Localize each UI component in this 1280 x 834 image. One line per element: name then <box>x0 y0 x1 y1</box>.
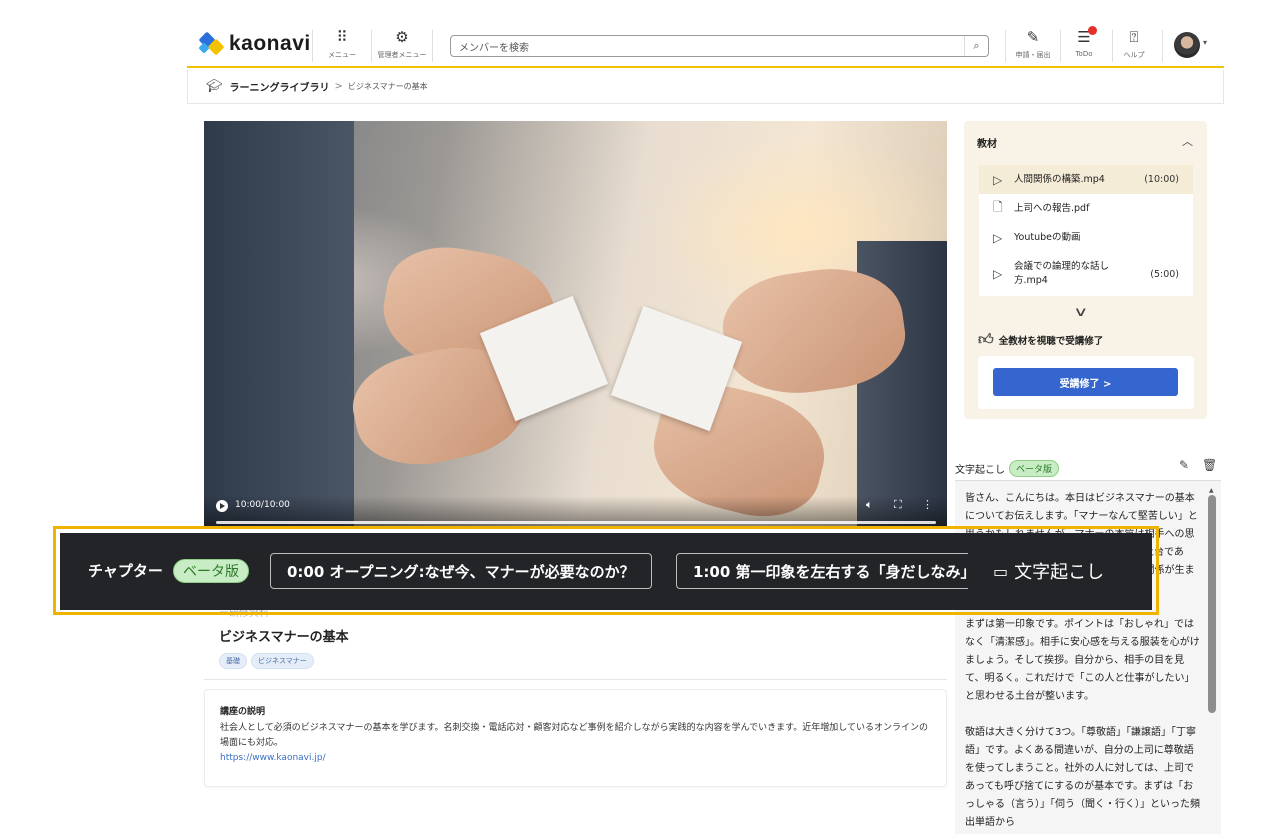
description-heading: 講座の説明 <box>220 707 266 717</box>
tag[interactable]: 基礎 <box>219 653 247 669</box>
header-divider <box>1162 30 1163 62</box>
course-description-card: 講座の説明 社会人として必須のビジネスマナーの基本を学びます。名刺交換・電話応対… <box>204 689 947 787</box>
material-duration: (5:00) <box>1150 268 1179 280</box>
kaonavi-logo[interactable]: kaonavi <box>198 31 311 56</box>
video-player[interactable]: 10:00/10:00 🔈︎ ⛶ ⋮ <box>204 121 947 526</box>
material-item[interactable]: ▷ 会議での論理的な話し方.mp4 (5:00) <box>979 252 1193 296</box>
play-icon: ▷ <box>993 172 1003 187</box>
question-icon: ⍰ <box>1129 28 1139 46</box>
materials-heading: 教材 <box>977 139 997 150</box>
graduation-cap-icon: 🎓︎ <box>206 79 223 94</box>
play-icon: ▷ <box>993 267 1003 281</box>
admin-menu-label: 管理者メニュー <box>377 51 427 59</box>
description-text: 社会人として必須のビジネスマナーの基本を学びます。名刺交換・電話応対・顧客対応な… <box>220 723 928 748</box>
material-label: 会議での論理的な話し方.mp4 <box>1014 261 1110 286</box>
fullscreen-icon[interactable]: ⛶ <box>894 498 902 512</box>
grid-icon: ⠿ <box>336 28 348 46</box>
menu-button[interactable]: ⠿ メニュー <box>314 28 370 64</box>
checklist-icon: ☰ <box>1077 26 1097 48</box>
video-time: 10:00/10:00 <box>235 500 290 510</box>
completion-button-area: 受講修了 > <box>978 356 1194 409</box>
header-divider <box>312 30 313 62</box>
breadcrumb-separator: > <box>334 81 343 92</box>
file-icon: 🗋 <box>993 200 1003 214</box>
search-input[interactable] <box>451 38 951 59</box>
trash-icon[interactable]: 🗑︎ <box>1202 458 1217 472</box>
materials-list: ▷ 人間関係の構築.mp4 (10:00) 🗋 上司への報告.pdf ▷ You… <box>979 165 1193 296</box>
play-icon: ▷ <box>993 230 1003 245</box>
chevron-down-icon[interactable]: ▾ <box>1203 38 1207 47</box>
transcript-paragraph: まずは第一印象です。ポイントは「おしゃれ」ではなく「清潔感」。相手に安心感を与え… <box>965 619 1200 702</box>
complete-course-button[interactable]: 受講修了 > <box>993 368 1178 396</box>
material-item[interactable]: 🗋 上司への報告.pdf <box>979 194 1193 223</box>
video-frame-suit-left <box>204 121 354 526</box>
apply-button[interactable]: ✎ 申請・届出 <box>1005 28 1061 64</box>
global-header: kaonavi ⠿ メニュー ⚙ 管理者メニュー ⌕ ✎ 申請・届出 ☰ ToD… <box>187 0 1224 68</box>
chevron-up-icon[interactable]: ︿ <box>1182 133 1193 149</box>
transcript-header: 文字起こし ベータ版 ✎ 🗑︎ <box>955 457 1221 479</box>
material-label: 上司への報告.pdf <box>1014 202 1090 214</box>
breadcrumb-current: ビジネスマナーの基本 <box>347 82 428 91</box>
help-button[interactable]: ⍰ ヘルプ <box>1106 28 1162 64</box>
material-item[interactable]: ▷ Youtubeの動画 <box>979 223 1193 252</box>
video-progress-bar[interactable] <box>216 521 936 524</box>
course-tags: 基礎 ビジネスマナー <box>219 653 314 669</box>
header-divider <box>432 30 433 62</box>
todo-label: ToDo <box>1075 50 1093 58</box>
highlight-frame <box>53 526 1159 615</box>
material-label: Youtubeの動画 <box>1014 231 1081 243</box>
scroll-up-icon[interactable]: ▲ <box>1209 487 1214 494</box>
notification-dot <box>1087 26 1097 35</box>
logo-text: kaonavi <box>229 32 311 55</box>
description-link[interactable]: https://www.kaonavi.jp/ <box>220 753 931 763</box>
material-item[interactable]: ▷ 人間関係の構築.mp4 (10:00) <box>979 165 1193 194</box>
admin-menu-button[interactable]: ⚙ 管理者メニュー <box>374 28 430 64</box>
materials-panel: 教材 ︿ ▷ 人間関係の構築.mp4 (10:00) 🗋 上司への報告.pdf … <box>964 121 1207 419</box>
breadcrumb: 🎓︎ ラーニングライブラリ > ビジネスマナーの基本 <box>187 70 1224 104</box>
volume-icon[interactable]: 🔈︎ <box>866 498 873 512</box>
logo-mark-icon <box>198 31 225 56</box>
search-icon[interactable]: ⌕ <box>964 36 988 56</box>
todo-button[interactable]: ☰ ToDo <box>1056 26 1112 64</box>
play-icon[interactable] <box>216 500 228 512</box>
material-duration: (10:00) <box>1144 174 1179 185</box>
member-search: ⌕ <box>450 35 989 59</box>
completion-note-text: 全教材を視聴で受講修了 <box>998 335 1104 347</box>
more-vertical-icon[interactable]: ⋮ <box>922 498 933 511</box>
menu-label: メニュー <box>328 51 356 59</box>
pencil-icon[interactable]: ✎ <box>1179 458 1189 472</box>
transcript-scrollbar[interactable]: ▲ <box>1206 487 1218 715</box>
beta-badge: ベータ版 <box>1009 459 1060 477</box>
apply-label: 申請・届出 <box>1015 51 1051 59</box>
breadcrumb-learning-library[interactable]: ラーニングライブラリ <box>230 79 330 94</box>
tag[interactable]: ビジネスマナー <box>251 653 314 669</box>
transcript-paragraph: 敬語は大きく分けて3つ。「尊敬語」「謙譲語」「丁寧語」です。よくある間違いが、自… <box>965 727 1200 828</box>
thumbs-up-icon: 👍︎ <box>978 330 994 348</box>
transcript-title: 文字起こし <box>955 464 1005 476</box>
course-title: ビジネスマナーの基本 <box>219 630 349 645</box>
divider <box>204 679 947 680</box>
gear-icon: ⚙ <box>395 28 409 46</box>
chevron-down-icon[interactable]: ∨ <box>1073 305 1088 320</box>
avatar[interactable] <box>1174 32 1200 58</box>
scrollbar-thumb[interactable] <box>1208 495 1216 713</box>
document-edit-icon: ✎ <box>1026 28 1040 46</box>
material-label: 人間関係の構築.mp4 <box>1014 173 1105 185</box>
help-label: ヘルプ <box>1123 51 1145 59</box>
header-divider <box>371 30 372 62</box>
completion-note: 👍︎ 全教材を視聴で受講修了 <box>978 330 1103 349</box>
video-controls: 10:00/10:00 🔈︎ ⛶ ⋮ <box>204 496 947 526</box>
